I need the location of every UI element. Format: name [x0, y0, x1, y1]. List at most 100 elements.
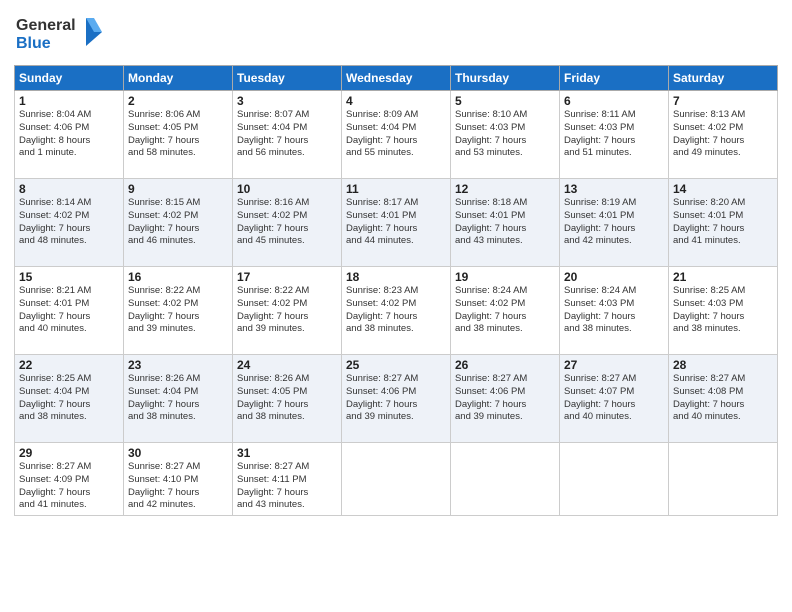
day-info: Sunrise: 8:16 AM Sunset: 4:02 PM Dayligh… [237, 197, 337, 248]
day-number: 22 [19, 358, 119, 372]
calendar-week-row: 1Sunrise: 8:04 AM Sunset: 4:06 PM Daylig… [15, 91, 778, 179]
calendar-cell: 5Sunrise: 8:10 AM Sunset: 4:03 PM Daylig… [451, 91, 560, 179]
day-info: Sunrise: 8:26 AM Sunset: 4:04 PM Dayligh… [128, 373, 228, 424]
day-info: Sunrise: 8:22 AM Sunset: 4:02 PM Dayligh… [128, 285, 228, 336]
day-info: Sunrise: 8:11 AM Sunset: 4:03 PM Dayligh… [564, 109, 664, 160]
calendar-cell: 22Sunrise: 8:25 AM Sunset: 4:04 PM Dayli… [15, 355, 124, 443]
calendar-cell: 28Sunrise: 8:27 AM Sunset: 4:08 PM Dayli… [669, 355, 778, 443]
day-number: 6 [564, 94, 664, 108]
logo: General Blue [14, 10, 104, 59]
weekday-header: Friday [560, 66, 669, 91]
svg-text:Blue: Blue [16, 35, 51, 52]
day-info: Sunrise: 8:20 AM Sunset: 4:01 PM Dayligh… [673, 197, 773, 248]
calendar-cell: 10Sunrise: 8:16 AM Sunset: 4:02 PM Dayli… [233, 179, 342, 267]
calendar-cell: 12Sunrise: 8:18 AM Sunset: 4:01 PM Dayli… [451, 179, 560, 267]
day-info: Sunrise: 8:17 AM Sunset: 4:01 PM Dayligh… [346, 197, 446, 248]
calendar-table: SundayMondayTuesdayWednesdayThursdayFrid… [14, 65, 778, 516]
calendar-cell: 25Sunrise: 8:27 AM Sunset: 4:06 PM Dayli… [342, 355, 451, 443]
day-number: 1 [19, 94, 119, 108]
day-number: 13 [564, 182, 664, 196]
day-info: Sunrise: 8:15 AM Sunset: 4:02 PM Dayligh… [128, 197, 228, 248]
calendar-cell: 9Sunrise: 8:15 AM Sunset: 4:02 PM Daylig… [124, 179, 233, 267]
calendar-cell: 8Sunrise: 8:14 AM Sunset: 4:02 PM Daylig… [15, 179, 124, 267]
day-info: Sunrise: 8:27 AM Sunset: 4:10 PM Dayligh… [128, 461, 228, 512]
day-info: Sunrise: 8:26 AM Sunset: 4:05 PM Dayligh… [237, 373, 337, 424]
day-number: 10 [237, 182, 337, 196]
day-number: 30 [128, 446, 228, 460]
day-number: 14 [673, 182, 773, 196]
day-number: 19 [455, 270, 555, 284]
calendar-week-row: 29Sunrise: 8:27 AM Sunset: 4:09 PM Dayli… [15, 443, 778, 516]
day-number: 7 [673, 94, 773, 108]
logo-icon: General Blue [14, 10, 104, 54]
day-info: Sunrise: 8:25 AM Sunset: 4:04 PM Dayligh… [19, 373, 119, 424]
calendar-cell: 7Sunrise: 8:13 AM Sunset: 4:02 PM Daylig… [669, 91, 778, 179]
day-info: Sunrise: 8:04 AM Sunset: 4:06 PM Dayligh… [19, 109, 119, 160]
day-number: 31 [237, 446, 337, 460]
day-number: 16 [128, 270, 228, 284]
calendar-cell: 13Sunrise: 8:19 AM Sunset: 4:01 PM Dayli… [560, 179, 669, 267]
calendar-cell: 29Sunrise: 8:27 AM Sunset: 4:09 PM Dayli… [15, 443, 124, 516]
day-number: 8 [19, 182, 119, 196]
calendar-cell: 30Sunrise: 8:27 AM Sunset: 4:10 PM Dayli… [124, 443, 233, 516]
day-info: Sunrise: 8:27 AM Sunset: 4:09 PM Dayligh… [19, 461, 119, 512]
calendar-cell: 23Sunrise: 8:26 AM Sunset: 4:04 PM Dayli… [124, 355, 233, 443]
day-number: 17 [237, 270, 337, 284]
calendar-cell: 1Sunrise: 8:04 AM Sunset: 4:06 PM Daylig… [15, 91, 124, 179]
weekday-header: Tuesday [233, 66, 342, 91]
day-number: 25 [346, 358, 446, 372]
day-info: Sunrise: 8:27 AM Sunset: 4:07 PM Dayligh… [564, 373, 664, 424]
calendar-cell: 15Sunrise: 8:21 AM Sunset: 4:01 PM Dayli… [15, 267, 124, 355]
day-number: 2 [128, 94, 228, 108]
day-number: 27 [564, 358, 664, 372]
day-info: Sunrise: 8:27 AM Sunset: 4:08 PM Dayligh… [673, 373, 773, 424]
calendar-cell: 17Sunrise: 8:22 AM Sunset: 4:02 PM Dayli… [233, 267, 342, 355]
day-number: 4 [346, 94, 446, 108]
calendar-week-row: 22Sunrise: 8:25 AM Sunset: 4:04 PM Dayli… [15, 355, 778, 443]
weekday-header: Thursday [451, 66, 560, 91]
day-info: Sunrise: 8:06 AM Sunset: 4:05 PM Dayligh… [128, 109, 228, 160]
calendar-cell: 6Sunrise: 8:11 AM Sunset: 4:03 PM Daylig… [560, 91, 669, 179]
calendar-cell [560, 443, 669, 516]
weekday-header: Monday [124, 66, 233, 91]
calendar-cell: 31Sunrise: 8:27 AM Sunset: 4:11 PM Dayli… [233, 443, 342, 516]
header: General Blue [14, 10, 778, 59]
day-info: Sunrise: 8:19 AM Sunset: 4:01 PM Dayligh… [564, 197, 664, 248]
calendar-cell: 11Sunrise: 8:17 AM Sunset: 4:01 PM Dayli… [342, 179, 451, 267]
calendar-cell [342, 443, 451, 516]
day-info: Sunrise: 8:23 AM Sunset: 4:02 PM Dayligh… [346, 285, 446, 336]
day-info: Sunrise: 8:13 AM Sunset: 4:02 PM Dayligh… [673, 109, 773, 160]
calendar-body: 1Sunrise: 8:04 AM Sunset: 4:06 PM Daylig… [15, 91, 778, 516]
day-number: 5 [455, 94, 555, 108]
day-number: 29 [19, 446, 119, 460]
day-number: 18 [346, 270, 446, 284]
calendar-cell: 2Sunrise: 8:06 AM Sunset: 4:05 PM Daylig… [124, 91, 233, 179]
day-number: 20 [564, 270, 664, 284]
weekday-header: Sunday [15, 66, 124, 91]
calendar-cell: 20Sunrise: 8:24 AM Sunset: 4:03 PM Dayli… [560, 267, 669, 355]
day-number: 12 [455, 182, 555, 196]
calendar-cell: 3Sunrise: 8:07 AM Sunset: 4:04 PM Daylig… [233, 91, 342, 179]
calendar-cell: 4Sunrise: 8:09 AM Sunset: 4:04 PM Daylig… [342, 91, 451, 179]
day-number: 21 [673, 270, 773, 284]
day-info: Sunrise: 8:25 AM Sunset: 4:03 PM Dayligh… [673, 285, 773, 336]
day-number: 26 [455, 358, 555, 372]
svg-text:General: General [16, 17, 76, 34]
calendar-cell: 14Sunrise: 8:20 AM Sunset: 4:01 PM Dayli… [669, 179, 778, 267]
day-info: Sunrise: 8:24 AM Sunset: 4:03 PM Dayligh… [564, 285, 664, 336]
day-info: Sunrise: 8:27 AM Sunset: 4:11 PM Dayligh… [237, 461, 337, 512]
weekday-header: Wednesday [342, 66, 451, 91]
calendar-cell: 26Sunrise: 8:27 AM Sunset: 4:06 PM Dayli… [451, 355, 560, 443]
page: General Blue SundayMondayTuesdayWednesda… [0, 0, 792, 612]
calendar-cell: 21Sunrise: 8:25 AM Sunset: 4:03 PM Dayli… [669, 267, 778, 355]
calendar-cell: 27Sunrise: 8:27 AM Sunset: 4:07 PM Dayli… [560, 355, 669, 443]
day-info: Sunrise: 8:27 AM Sunset: 4:06 PM Dayligh… [346, 373, 446, 424]
calendar-cell: 19Sunrise: 8:24 AM Sunset: 4:02 PM Dayli… [451, 267, 560, 355]
calendar-cell: 16Sunrise: 8:22 AM Sunset: 4:02 PM Dayli… [124, 267, 233, 355]
day-info: Sunrise: 8:10 AM Sunset: 4:03 PM Dayligh… [455, 109, 555, 160]
calendar-cell: 24Sunrise: 8:26 AM Sunset: 4:05 PM Dayli… [233, 355, 342, 443]
calendar-cell [669, 443, 778, 516]
day-number: 3 [237, 94, 337, 108]
weekday-header: Saturday [669, 66, 778, 91]
day-number: 9 [128, 182, 228, 196]
